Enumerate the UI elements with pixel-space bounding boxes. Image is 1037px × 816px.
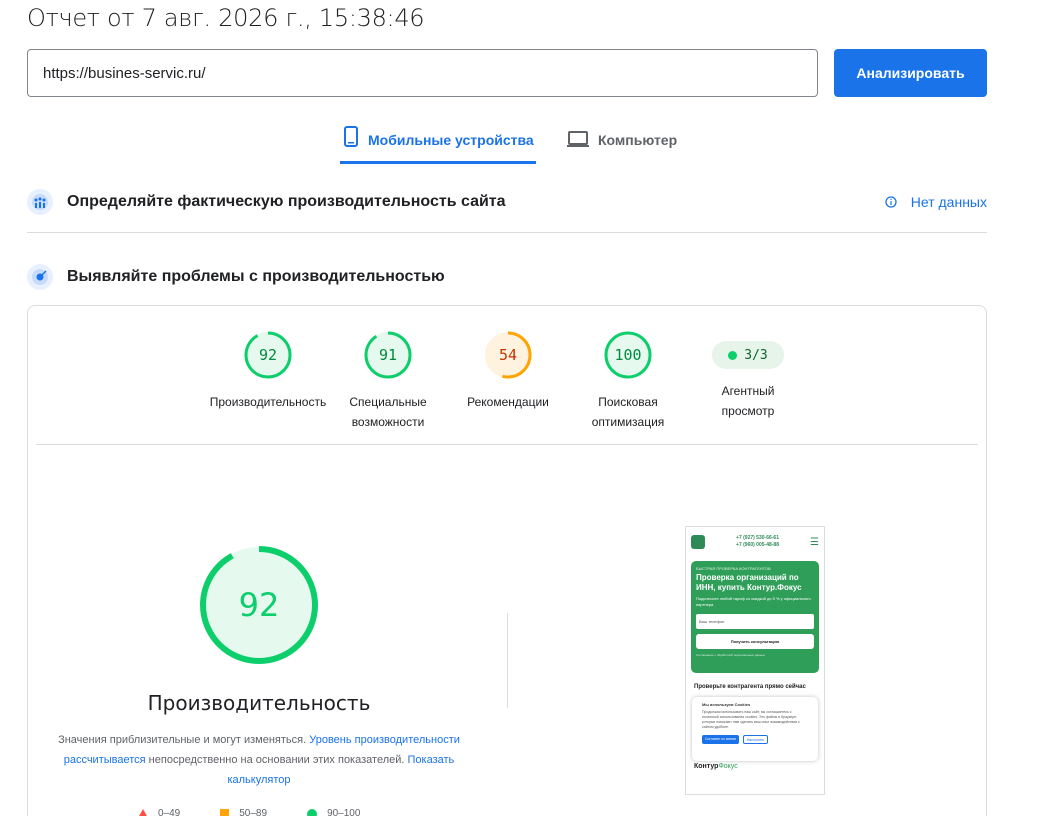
site-consult-button: Получить консультацию bbox=[696, 634, 814, 649]
triangle-icon bbox=[138, 809, 148, 816]
cookie-settings-button: Настроить bbox=[742, 735, 768, 744]
score-label: Производительность bbox=[209, 395, 327, 409]
score-ring: 91 bbox=[363, 330, 413, 380]
site-agree-text: Соглашаюсь с обработкой персональных дан… bbox=[696, 653, 766, 657]
circle-icon bbox=[307, 808, 318, 816]
score-legend: 0–49 50–89 90–100 bbox=[138, 808, 360, 816]
analyze-button[interactable]: Анализировать bbox=[834, 49, 987, 97]
site-phone-1: +7 (927) 530-66-61 bbox=[736, 535, 779, 541]
legend-item: 90–100 bbox=[307, 808, 360, 816]
agent-pill: 3/3 bbox=[712, 341, 784, 369]
site-hero-title: Проверка организаций по ИНН, купить Конт… bbox=[696, 573, 802, 592]
lab-data-title: Выявляйте проблемы с производительностью bbox=[67, 268, 445, 285]
agent-value: 3/3 bbox=[744, 347, 768, 363]
site-subheading: Проверьте контрагента прямо сейчас bbox=[694, 684, 806, 690]
score-value: 92 bbox=[258, 346, 278, 364]
site-hero-text: Подключите любой тариф со скидкой до 5 %… bbox=[696, 596, 811, 607]
gauge-agentic[interactable]: 3/3 Агентный просмотр bbox=[683, 330, 813, 421]
site-hero: БЫСТРАЯ ПРОВЕРКА КОНТРАГЕНТОВ Проверка о… bbox=[691, 561, 819, 673]
agent-label: Агентный bbox=[721, 384, 775, 398]
performance-gauge: 92 bbox=[198, 544, 320, 666]
tab-mobile[interactable]: Мобильные устройства bbox=[340, 122, 536, 164]
performance-title: Производительность bbox=[147, 691, 371, 715]
vertical-divider bbox=[507, 613, 508, 708]
lab-data-section: Выявляйте проблемы с производительностью bbox=[27, 262, 987, 292]
report-card: 92 Производительность 91 Специальные возм… bbox=[27, 305, 987, 816]
square-icon bbox=[220, 809, 230, 816]
section-divider bbox=[27, 232, 987, 233]
gauge-best-practices[interactable]: 54 Рекомендации bbox=[443, 330, 573, 412]
pass-dot-icon bbox=[728, 350, 738, 360]
tab-desktop[interactable]: Компьютер bbox=[566, 122, 677, 164]
field-data-section: Определяйте фактическую производительнос… bbox=[27, 187, 987, 217]
score-gauges: 92 Производительность 91 Специальные возм… bbox=[28, 330, 988, 440]
score-ring: 54 bbox=[483, 330, 533, 380]
laptop-icon bbox=[567, 131, 589, 147]
site-hero-kicker: БЫСТРАЯ ПРОВЕРКА КОНТРАГЕНТОВ bbox=[696, 566, 771, 571]
score-label-2: возможности bbox=[351, 415, 425, 429]
users-icon bbox=[27, 189, 53, 215]
tab-desktop-label: Компьютер bbox=[598, 132, 678, 148]
cookie-title: Мы используем Cookies bbox=[702, 702, 751, 707]
url-input[interactable] bbox=[27, 49, 818, 97]
performance-description: Значения приблизительные и могут изменят… bbox=[58, 730, 460, 790]
legend-item: 0–49 bbox=[138, 808, 180, 816]
card-divider bbox=[36, 444, 978, 445]
legend-item: 50–89 bbox=[220, 808, 267, 816]
legend-label: 0–49 bbox=[158, 808, 181, 816]
gauge-performance[interactable]: 92 Производительность bbox=[203, 330, 333, 412]
page-title: Отчет от 7 авг. 2026 г., 15:38:46 bbox=[27, 4, 425, 32]
brand-a: Контур bbox=[694, 763, 719, 770]
cookie-text: Продолжая использовать наш сайт, вы согл… bbox=[702, 710, 800, 729]
agent-label-2: просмотр bbox=[721, 404, 775, 418]
smartphone-icon bbox=[344, 126, 358, 147]
site-logo bbox=[691, 535, 705, 549]
legend-label: 50–89 bbox=[239, 808, 268, 816]
performance-score: 92 bbox=[238, 586, 280, 624]
desc-text-1: Значения приблизительные и могут изменят… bbox=[58, 734, 310, 746]
gauge-accessibility[interactable]: 91 Специальные возможности bbox=[323, 330, 453, 432]
desc-text-2: непосредственно на основании этих показа… bbox=[145, 754, 408, 766]
brand-b: Фокус bbox=[718, 763, 738, 770]
page-screenshot: +7 (927) 530-66-61 +7 (960) 005-48-88 ☰ Б… bbox=[685, 526, 825, 795]
site-cookie-banner: Мы используем Cookies Продолжая использо… bbox=[692, 697, 818, 761]
site-brand: КонтурФокус bbox=[694, 763, 816, 770]
menu-icon: ☰ bbox=[810, 536, 819, 548]
score-ring: 92 bbox=[243, 330, 293, 380]
field-data-status-text: Нет данных bbox=[910, 194, 987, 210]
lighthouse-icon bbox=[27, 264, 53, 290]
gauge-seo[interactable]: 100 Поисковая оптимизация bbox=[563, 330, 693, 432]
score-value: 91 bbox=[378, 346, 398, 364]
score-label: Поисковая bbox=[598, 395, 658, 409]
score-value: 100 bbox=[614, 346, 642, 364]
score-value: 54 bbox=[498, 346, 518, 364]
cookie-accept-button: Согласен со всеми bbox=[702, 735, 739, 744]
score-label: Рекомендации bbox=[467, 395, 549, 409]
score-ring: 100 bbox=[603, 330, 653, 380]
score-label-2: оптимизация bbox=[591, 415, 665, 429]
site-phone-2: +7 (960) 005-48-88 bbox=[736, 542, 779, 548]
site-phone-input: Ваш телефон bbox=[696, 614, 814, 629]
field-data-title: Определяйте фактическую производительнос… bbox=[67, 193, 506, 210]
tab-mobile-label: Мобильные устройства bbox=[368, 132, 534, 148]
field-data-status[interactable]: Нет данных bbox=[885, 194, 987, 210]
score-label: Специальные bbox=[349, 395, 427, 409]
info-icon bbox=[885, 196, 897, 208]
legend-label: 90–100 bbox=[327, 808, 361, 816]
